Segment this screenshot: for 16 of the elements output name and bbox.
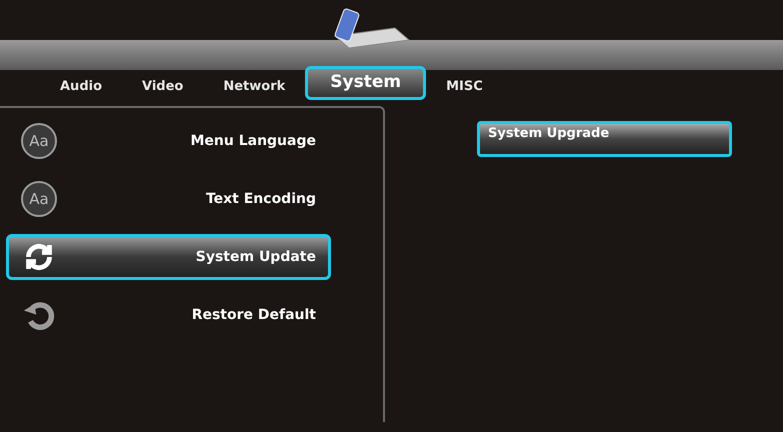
- menu-tab[interactable]: Network: [203, 74, 306, 100]
- menu-item[interactable]: System Update: [6, 234, 331, 280]
- menu-tab[interactable]: MISC: [426, 74, 503, 100]
- option-button[interactable]: System Upgrade: [477, 120, 732, 157]
- menu-item[interactable]: Restore Default: [6, 292, 331, 338]
- menu-label: Text Encoding: [204, 190, 317, 208]
- letters-icon: Aa: [21, 123, 57, 159]
- menu-label: System Update: [194, 248, 317, 266]
- menu-tab[interactable]: System: [305, 66, 426, 100]
- menu-tab[interactable]: Audio: [40, 74, 122, 100]
- menu-label: Restore Default: [190, 306, 317, 324]
- letters-icon: Aa: [21, 181, 57, 217]
- menu-tab[interactable]: Video: [122, 74, 204, 100]
- menu-item[interactable]: Aa Menu Language: [6, 118, 331, 164]
- menu-item[interactable]: Aa Text Encoding: [6, 176, 331, 222]
- menu-label: Menu Language: [189, 132, 317, 150]
